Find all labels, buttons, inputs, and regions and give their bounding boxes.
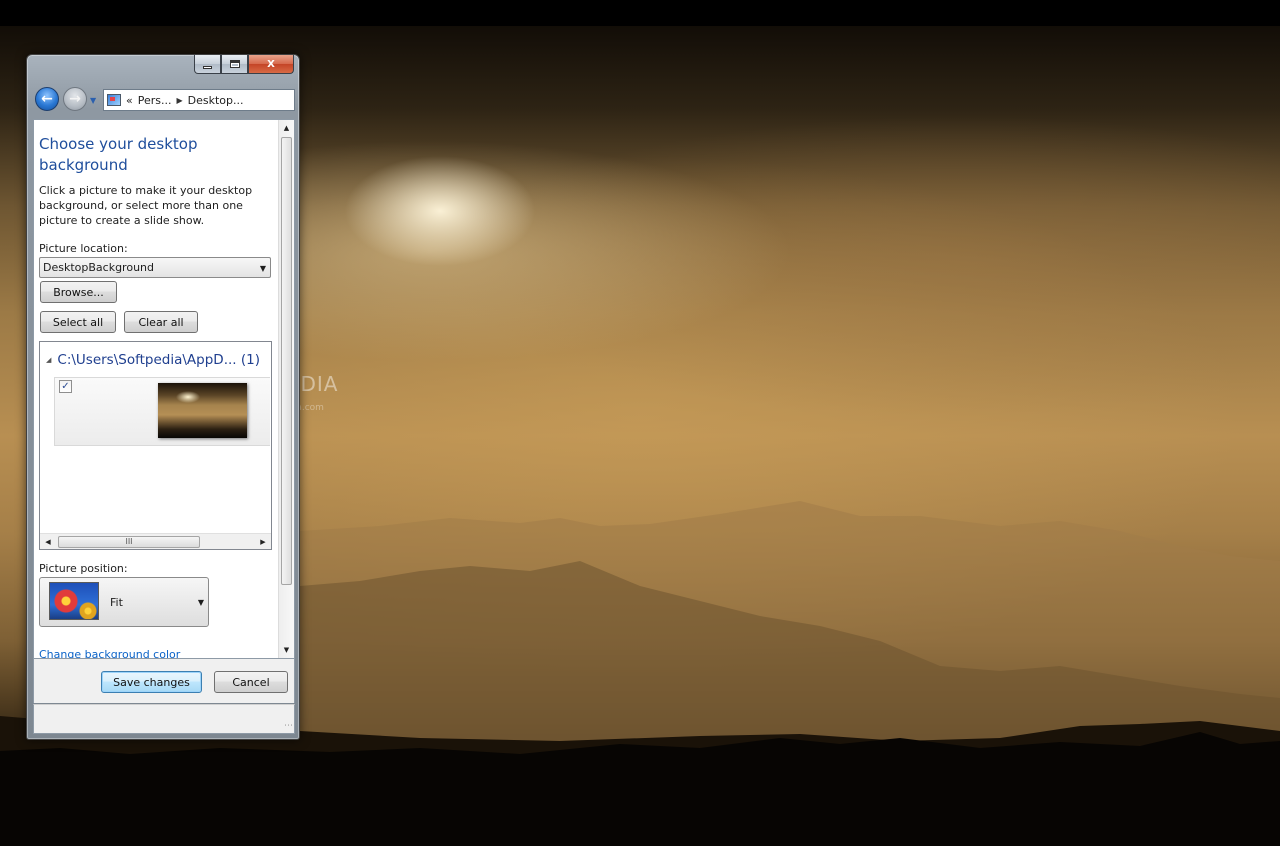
- page-title: Choose your desktop background: [39, 135, 198, 174]
- picture-location-label: Picture location:: [39, 242, 128, 255]
- gallery-group-path: C:\Users\Softpedia\AppD... (1): [57, 352, 260, 368]
- caption-buttons: X: [194, 55, 294, 74]
- address-bar[interactable]: « Pers... ▶ Desktop...: [103, 89, 295, 111]
- gallery-item-thumbnail[interactable]: [158, 383, 247, 438]
- scroll-left-icon[interactable]: ◀: [40, 534, 56, 549]
- cancel-button[interactable]: Cancel: [214, 671, 288, 693]
- chevron-down-icon: ▼: [259, 264, 266, 273]
- breadcrumb-separator-icon: ▶: [176, 95, 183, 105]
- chevron-down-icon: ▼: [197, 598, 204, 607]
- scroll-right-icon[interactable]: ▶: [255, 534, 271, 549]
- horizontal-scroll-thumb[interactable]: III: [58, 536, 200, 548]
- control-panel-icon: [107, 94, 121, 106]
- breadcrumb-overflow[interactable]: «: [126, 94, 133, 107]
- scroll-down-icon[interactable]: ▼: [279, 642, 294, 658]
- maximize-icon: [229, 60, 240, 68]
- desktop-background-window: X ← → ▼ « Pers... ▶ Desktop... Choose yo…: [26, 54, 300, 740]
- status-bar: ⋯: [33, 704, 295, 734]
- breadcrumb-desktop-background[interactable]: Desktop...: [188, 94, 244, 107]
- collapse-triangle-icon[interactable]: ◢: [46, 356, 51, 364]
- picture-position-select[interactable]: Fit ▼: [39, 577, 209, 627]
- picture-position-preview-icon: [49, 582, 99, 620]
- dialog-footer: Save changes Cancel: [33, 659, 295, 703]
- gallery-item-checkbox[interactable]: ✓: [59, 380, 72, 393]
- picture-position-label: Picture position:: [39, 562, 128, 575]
- picture-gallery: ◢ C:\Users\Softpedia\AppD... (1) ✓ ◀ III …: [39, 341, 272, 550]
- change-background-color-link[interactable]: Change background color: [39, 648, 180, 658]
- gallery-horizontal-scrollbar[interactable]: ◀ III ▶: [40, 533, 271, 549]
- minimize-button[interactable]: [194, 55, 221, 74]
- scroll-up-icon[interactable]: ▲: [279, 120, 294, 136]
- back-arrow-icon: ←: [41, 91, 53, 107]
- select-all-button[interactable]: Select all: [40, 311, 116, 333]
- gallery-group-header[interactable]: ◢ C:\Users\Softpedia\AppD... (1): [46, 352, 260, 368]
- page-description: Click a picture to make it your desktop …: [39, 184, 253, 227]
- browse-button[interactable]: Browse...: [40, 281, 117, 303]
- back-button[interactable]: ←: [35, 87, 59, 111]
- picture-location-select[interactable]: DesktopBackground ▼: [39, 257, 271, 278]
- gallery-item[interactable]: ✓: [54, 377, 270, 446]
- recent-pages-dropdown-icon[interactable]: ▼: [90, 96, 96, 105]
- content-vertical-scrollbar[interactable]: ▲ ▼: [278, 120, 294, 658]
- content-pane: Choose your desktop background Click a p…: [33, 119, 295, 659]
- save-changes-button[interactable]: Save changes: [101, 671, 202, 693]
- checkmark-icon: ✓: [61, 381, 70, 392]
- navigation-bar: ← → ▼ « Pers... ▶ Desktop...: [33, 87, 295, 113]
- forward-arrow-icon: →: [69, 91, 81, 107]
- maximize-button[interactable]: [221, 55, 248, 74]
- close-button[interactable]: X: [248, 55, 294, 74]
- minimize-icon: [203, 65, 212, 69]
- vertical-scroll-thumb[interactable]: [281, 137, 292, 585]
- forward-button[interactable]: →: [63, 87, 87, 111]
- close-icon: X: [267, 58, 275, 70]
- resize-grip-icon[interactable]: ⋯: [284, 721, 293, 731]
- picture-location-value: DesktopBackground: [43, 261, 154, 274]
- scroll-grip-icon: III: [125, 537, 133, 546]
- breadcrumb-personalization[interactable]: Pers...: [138, 94, 172, 107]
- clear-all-button[interactable]: Clear all: [124, 311, 198, 333]
- picture-position-value: Fit: [110, 596, 123, 609]
